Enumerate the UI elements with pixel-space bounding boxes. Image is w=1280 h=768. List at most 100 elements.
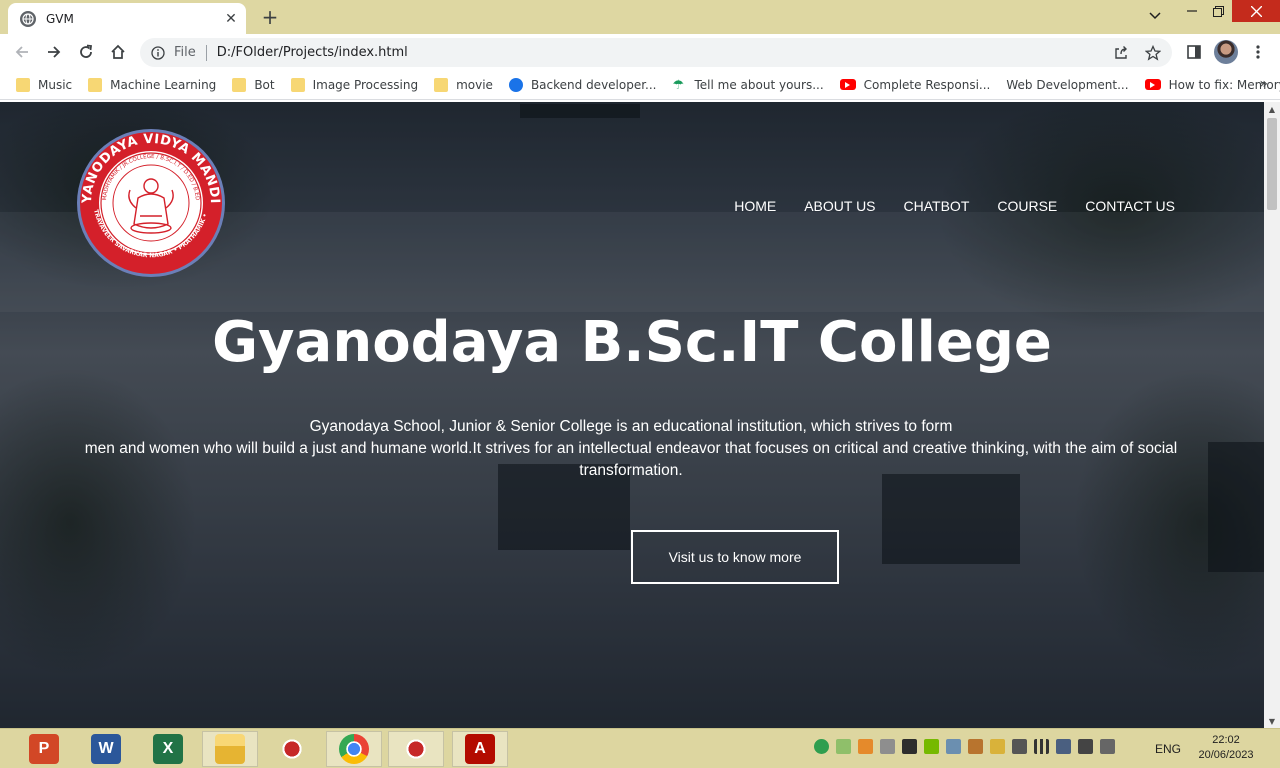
shield-icon[interactable]	[814, 739, 829, 754]
language-indicator[interactable]: ENG	[1155, 742, 1181, 756]
spider-app-icon	[401, 734, 431, 764]
address-bar[interactable]: File D:/FOlder/Projects/index.html	[140, 38, 1172, 67]
angular-icon	[508, 77, 523, 92]
bookmark-label: Backend developer...	[530, 77, 657, 92]
display-icon[interactable]	[946, 739, 961, 754]
folder-icon	[434, 77, 449, 92]
bookmark-music[interactable]: Music	[8, 72, 80, 98]
bookmark-bot[interactable]: Bot	[224, 72, 282, 98]
nvidia-icon[interactable]	[924, 739, 939, 754]
pen-icon[interactable]	[880, 739, 895, 754]
bookmark-label: movie	[456, 77, 493, 92]
bookmark-movie[interactable]: movie	[426, 72, 501, 98]
youtube-icon	[839, 79, 856, 90]
new-tab-button[interactable]: +	[258, 5, 282, 29]
bookmark-star-icon[interactable]	[1140, 40, 1166, 66]
profile-avatar[interactable]	[1214, 40, 1238, 64]
acrobat-icon: A	[465, 734, 495, 764]
taskbar-acrobat[interactable]: A	[452, 731, 508, 767]
bookmark-tell-me-about[interactable]: ☂ Tell me about yours...	[665, 72, 832, 98]
system-tray	[814, 739, 1115, 754]
bookmark-web-development[interactable]: Web Development...	[998, 72, 1136, 98]
app-tray-icon[interactable]	[902, 739, 917, 754]
bookmark-label: Music	[38, 77, 73, 92]
tab-strip: GVM ✕ +	[0, 0, 1280, 34]
hero-title: Gyanodaya B.Sc.IT College	[212, 310, 1052, 375]
powerpoint-icon: P	[29, 734, 59, 764]
nav-course[interactable]: COURSE	[997, 198, 1057, 214]
taskbar-spider-app[interactable]	[264, 731, 320, 767]
word-icon: W	[91, 734, 121, 764]
main-nav: HOME ABOUT US CHATBOT COURSE CONTACT US	[734, 198, 1175, 214]
nav-about-us[interactable]: ABOUT US	[804, 198, 875, 214]
taskbar-word[interactable]: W	[78, 731, 134, 767]
bookmark-backend-developer[interactable]: Backend developer...	[501, 72, 665, 98]
scroll-up-icon[interactable]: ▲	[1264, 102, 1280, 116]
bookmarks-bar: Music Machine Learning Bot Image Process…	[0, 70, 1280, 100]
taskbar-file-explorer[interactable]	[202, 731, 258, 767]
back-button[interactable]	[8, 38, 36, 66]
page-viewport: GYANODAYA VIDYA MANDIR MADHYAMIK / JR.CO…	[0, 102, 1264, 728]
menu-icon[interactable]	[1244, 38, 1272, 66]
folder-icon	[232, 77, 247, 92]
share-icon[interactable]	[1108, 40, 1134, 66]
minimize-button[interactable]	[1180, 0, 1204, 22]
taskbar-excel[interactable]: X	[140, 731, 196, 767]
file-explorer-icon	[215, 734, 245, 764]
nav-chatbot[interactable]: CHATBOT	[904, 198, 970, 214]
page-scrollbar[interactable]: ▲ ▼	[1264, 102, 1280, 728]
bookmark-label: Image Processing	[312, 77, 419, 92]
battery-icon[interactable]	[1100, 739, 1115, 754]
restore-button[interactable]	[1206, 0, 1230, 22]
side-panel-icon[interactable]	[1180, 38, 1208, 66]
volume-icon[interactable]	[1078, 739, 1093, 754]
url-text[interactable]: D:/FOlder/Projects/index.html	[217, 45, 1108, 60]
monitor-icon[interactable]	[1056, 739, 1071, 754]
speaker-icon[interactable]	[968, 739, 983, 754]
scroll-down-icon[interactable]: ▼	[1264, 714, 1280, 728]
bookmark-image-processing[interactable]: Image Processing	[283, 72, 426, 98]
keyboard-icon[interactable]	[1012, 739, 1027, 754]
flag-icon[interactable]	[990, 739, 1005, 754]
college-logo[interactable]: GYANODAYA VIDYA MANDIR MADHYAMIK / JR.CO…	[76, 128, 226, 278]
close-window-button[interactable]	[1232, 0, 1280, 22]
address-divider	[205, 44, 207, 61]
tab-search-icon[interactable]	[1142, 5, 1168, 27]
bookmark-label: Tell me about yours...	[694, 77, 824, 92]
bookmark-label: Complete Responsi...	[863, 77, 991, 92]
nav-home[interactable]: HOME	[734, 198, 776, 214]
folder-icon	[16, 77, 30, 92]
java-icon[interactable]	[858, 739, 873, 754]
more-bookmarks-icon[interactable]: »	[1259, 76, 1268, 92]
folder-icon	[290, 77, 305, 92]
clock-date: 20/06/2023	[1198, 749, 1254, 761]
windows-taskbar: P W X A ENG 22:02 20/06/2023	[0, 728, 1280, 768]
excel-icon: X	[153, 734, 183, 764]
browser-tab[interactable]: GVM ✕	[8, 3, 246, 34]
nav-contact-us[interactable]: CONTACT US	[1085, 198, 1175, 214]
bookmark-complete-responsive[interactable]: Complete Responsi...	[832, 72, 999, 98]
clock[interactable]: 22:02 20/06/2023	[1192, 733, 1260, 763]
close-tab-icon[interactable]: ✕	[220, 8, 242, 30]
home-button[interactable]	[104, 38, 132, 66]
folder-icon	[88, 77, 103, 92]
reload-button[interactable]	[72, 38, 100, 66]
visit-us-button[interactable]: Visit us to know more	[631, 530, 839, 584]
forward-button[interactable]	[40, 38, 68, 66]
spider-app-icon	[277, 734, 307, 764]
taskbar-spider-app-2[interactable]	[388, 731, 444, 767]
hero-description-line1: Gyanodaya School, Junior & Senior Colleg…	[309, 418, 953, 435]
network-app-icon[interactable]	[836, 739, 851, 754]
taskbar-chrome[interactable]	[326, 731, 382, 767]
scrollbar-thumb[interactable]	[1267, 118, 1277, 210]
globe-icon	[20, 10, 36, 27]
taskbar-powerpoint[interactable]: P	[16, 731, 72, 767]
umbrella-icon: ☂	[672, 77, 685, 93]
bookmark-label: Web Development...	[1006, 77, 1129, 92]
youtube-icon	[1144, 79, 1161, 90]
info-icon[interactable]	[150, 45, 166, 61]
chrome-icon	[339, 734, 369, 764]
bookmark-machine-learning[interactable]: Machine Learning	[80, 72, 224, 98]
clock-time: 22:02	[1212, 734, 1240, 746]
signal-icon[interactable]	[1034, 739, 1049, 754]
